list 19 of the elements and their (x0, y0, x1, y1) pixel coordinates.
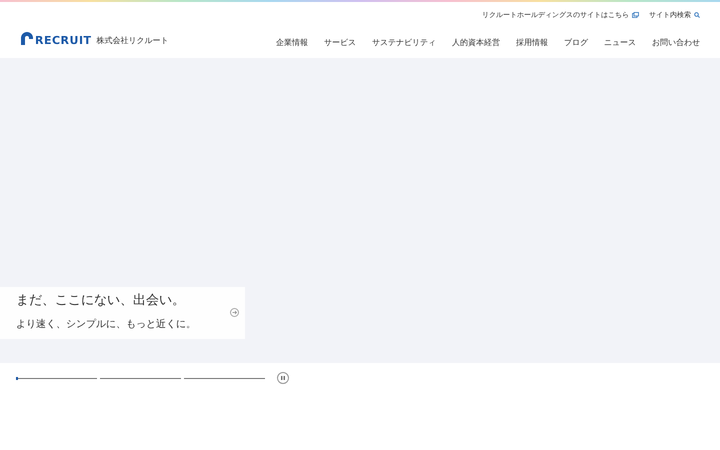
nav-link[interactable]: サステナビリティ (372, 37, 436, 49)
hero-title: まだ、ここにない、出会い。 (16, 294, 185, 307)
search-icon (694, 12, 700, 18)
hero-subtitle: より速く、シンプルに、もっと近くに。 (16, 320, 196, 330)
nav-link[interactable]: ブログ (564, 37, 588, 49)
nav-link[interactable]: ニュース (604, 37, 636, 49)
nav-link[interactable]: サービス (324, 37, 356, 49)
logo-arc-icon (20, 31, 34, 45)
pause-icon (281, 376, 285, 380)
nav-link[interactable]: 採用情報 (516, 37, 548, 49)
next-arrow-button[interactable] (230, 308, 239, 317)
pause-button[interactable] (277, 372, 289, 384)
company-name: 株式会社リクルート (96, 37, 169, 45)
nav-link[interactable]: 企業情報 (276, 37, 308, 49)
right-arrow-icon (232, 310, 237, 315)
external-link-icon (632, 12, 639, 18)
logo-wordmark: RECRUIT (35, 35, 92, 46)
nav-link[interactable]: お問い合わせ (652, 37, 700, 49)
nav-link[interactable]: 人的資本経営 (452, 37, 500, 49)
